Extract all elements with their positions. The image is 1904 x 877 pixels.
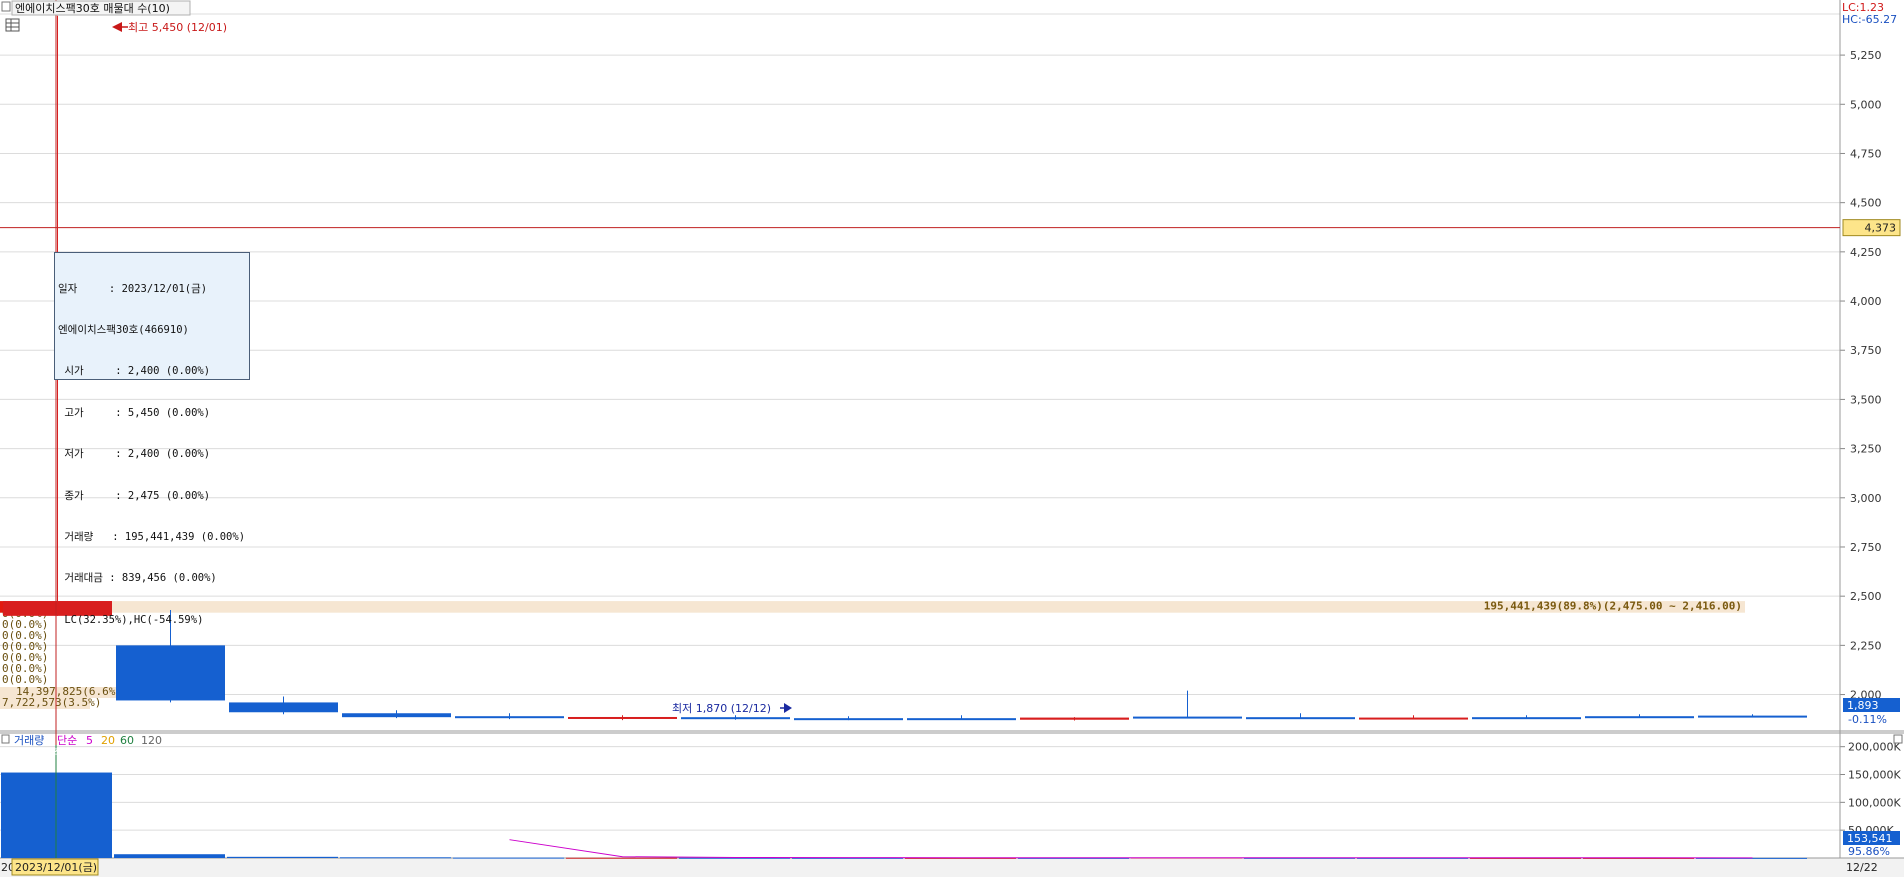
price-tick-label: 4,000 xyxy=(1850,295,1882,308)
low-price-label: 최저 1,870 (12/12) xyxy=(672,702,771,715)
volume-bar[interactable] xyxy=(566,857,677,859)
tooltip-line: 종가 : 2,475 (0.00%) xyxy=(58,489,211,502)
panel-collapse-icon[interactable] xyxy=(1,1,11,12)
panel-close-icon[interactable] xyxy=(1893,734,1903,744)
candle-body[interactable] xyxy=(342,713,451,718)
ma-period-120: 120 xyxy=(141,734,162,747)
tooltip-line: LC(32.35%),HC(-54.59%) xyxy=(58,613,204,626)
current-change-label: -0.11% xyxy=(1848,713,1887,726)
price-tick-label: 2,500 xyxy=(1850,590,1882,603)
tooltip-line: 엔에이치스팩30호(466910) xyxy=(58,323,189,336)
volume-collapse-icon[interactable] xyxy=(1,734,10,744)
current-price-label: 1,893 xyxy=(1847,699,1879,712)
volume-legend-name: 거래량 xyxy=(14,734,44,747)
ma-period-20: 20 xyxy=(101,734,115,747)
volume-tick-label: 200,000K xyxy=(1848,741,1901,754)
price-tick-label: 5,250 xyxy=(1850,49,1882,62)
candle-body[interactable] xyxy=(1246,717,1355,720)
volume-tick-label: 100,000K xyxy=(1848,796,1901,809)
candle-body[interactable] xyxy=(1698,715,1807,718)
candle-body[interactable] xyxy=(568,716,677,719)
price-tick-label: 3,250 xyxy=(1850,443,1882,456)
candle-body[interactable] xyxy=(116,645,225,701)
candle-body[interactable] xyxy=(229,702,338,713)
hc-label: HC:-65.27 xyxy=(1842,13,1897,26)
price-tick-label: 3,750 xyxy=(1850,344,1882,357)
tooltip-line: 거래대금 : 839,456 (0.00%) xyxy=(58,572,217,585)
date-axis-end-label: 12/22 xyxy=(1846,861,1878,874)
volume-bar[interactable] xyxy=(453,857,564,859)
ma-period-60: 60 xyxy=(120,734,134,747)
candle-body[interactable] xyxy=(1359,717,1468,720)
candle-body[interactable] xyxy=(681,717,790,720)
ma-legend-label: 단순 xyxy=(57,734,77,747)
stock-chart[interactable]: 5,250 5,000 4,750 4,500 4,250 4,000 3,750 3,500… xyxy=(0,0,1904,877)
price-tick-label: 3,000 xyxy=(1850,492,1882,505)
volume-current-pct: 95.86% xyxy=(1848,845,1890,858)
selected-date-label: 2023/12/01(금) xyxy=(15,861,97,874)
volume-bar[interactable] xyxy=(114,854,225,858)
volume-value-label: 153,541 주(95.86%) xyxy=(3,747,113,760)
volume-bar[interactable] xyxy=(340,857,451,859)
tooltip-line: 일자 : 2023/12/01(금) xyxy=(58,282,208,295)
candle-body[interactable] xyxy=(455,716,564,719)
candle-body[interactable] xyxy=(1472,717,1581,720)
volume-current-label: 153,541 xyxy=(1847,832,1893,845)
candle-body[interactable] xyxy=(1020,717,1129,720)
tooltip-line: 저가 : 2,400 (0.00%) xyxy=(58,448,211,461)
chart-title: 엔에이치스팩30호 매물대 수(10) xyxy=(15,2,170,15)
candle-body[interactable] xyxy=(794,718,903,721)
high-price-label: 최고 5,450 (12/01) xyxy=(128,21,227,34)
volume-profile-label: 195,441,439(89.8%)(2,475.00 ~ 2,416.00) xyxy=(1484,600,1742,613)
price-tick-label: 3,500 xyxy=(1850,393,1882,406)
date-axis-bar xyxy=(0,858,1904,877)
tooltip-line: 고가 : 5,450 (0.00%) xyxy=(58,406,211,419)
volume-profile-side-label: 7,722,573(3.5%) xyxy=(2,696,101,709)
price-tick-label: 4,250 xyxy=(1850,246,1882,259)
tooltip-line: 거래량 : 195,441,439 (0.00%) xyxy=(58,530,246,543)
volume-bar[interactable] xyxy=(227,856,338,858)
reference-price-label: 4,373 xyxy=(1865,222,1897,235)
price-tick-label: 2,250 xyxy=(1850,639,1882,652)
tooltip-line: 시가 : 2,400 (0.00%) xyxy=(58,365,211,378)
price-tick-label: 4,500 xyxy=(1850,197,1882,210)
candle-body[interactable] xyxy=(1133,716,1242,719)
price-tick-label: 2,750 xyxy=(1850,541,1882,554)
price-tick-label: 4,750 xyxy=(1850,147,1882,160)
candle-tooltip: 일자 : 2023/12/01(금) 엔에이치스팩30호(466910) 시가 … xyxy=(54,252,250,626)
ma-period-5: 5 xyxy=(86,734,93,747)
data-table-icon[interactable] xyxy=(5,18,20,32)
price-tick-label: 5,000 xyxy=(1850,98,1882,111)
chart-background xyxy=(0,0,1904,877)
candle-body[interactable] xyxy=(1585,716,1694,719)
volume-tick-label: 150,000K xyxy=(1848,769,1901,782)
candle-body[interactable] xyxy=(907,718,1016,721)
